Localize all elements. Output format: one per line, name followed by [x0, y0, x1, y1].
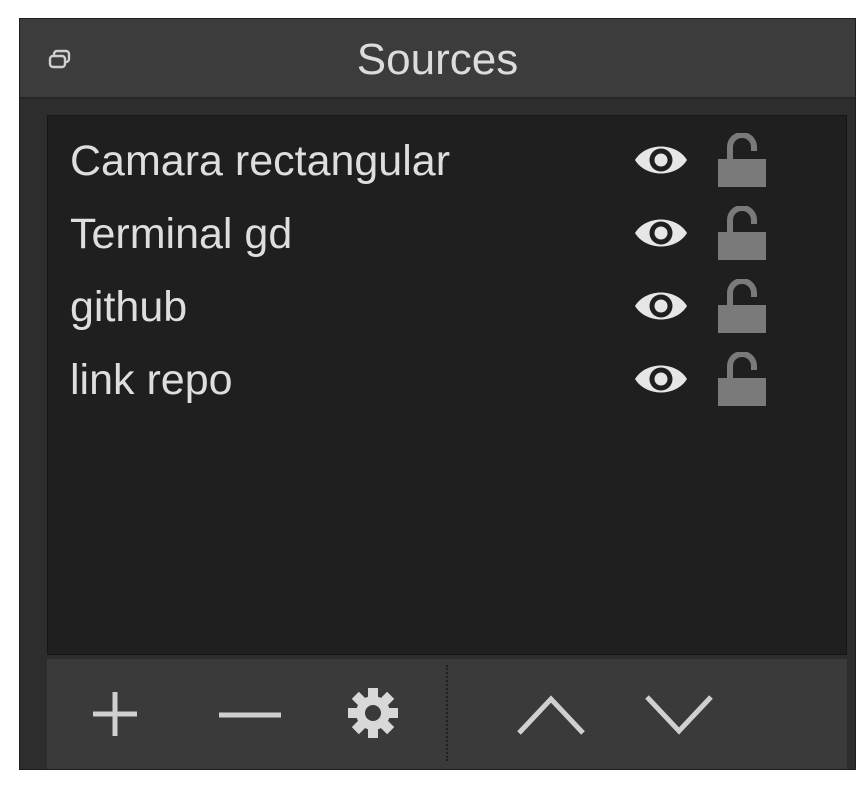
- source-item-label: Camara rectangular: [70, 137, 451, 185]
- source-item-label: github: [70, 283, 188, 331]
- source-item[interactable]: link repo: [48, 352, 846, 426]
- unlocked-padlock-icon[interactable]: [714, 352, 770, 406]
- sources-dock: Sources Camara rectangular Terminal gd g…: [19, 18, 856, 770]
- minus-icon: [219, 712, 281, 718]
- move-source-down-button[interactable]: [629, 659, 729, 769]
- sources-toolbar: [47, 659, 847, 769]
- toolbar-separator: [446, 665, 448, 761]
- eye-icon[interactable]: [632, 286, 690, 326]
- add-source-button[interactable]: [69, 659, 161, 769]
- plus-icon: [93, 692, 137, 736]
- dock-titlebar[interactable]: Sources: [20, 19, 855, 99]
- move-source-up-button[interactable]: [501, 659, 601, 769]
- source-item[interactable]: github: [48, 279, 846, 353]
- dock-title: Sources: [356, 35, 519, 84]
- unlocked-padlock-icon[interactable]: [714, 206, 770, 260]
- unlocked-padlock-icon[interactable]: [714, 279, 770, 333]
- remove-source-button[interactable]: [197, 659, 289, 769]
- source-properties-button[interactable]: [327, 659, 419, 769]
- sources-list[interactable]: Camara rectangular Terminal gd github li…: [47, 115, 847, 655]
- eye-icon[interactable]: [632, 359, 690, 399]
- eye-icon[interactable]: [632, 213, 690, 253]
- source-item[interactable]: Camara rectangular: [48, 133, 846, 207]
- eye-icon[interactable]: [632, 140, 690, 180]
- chevron-up-icon: [517, 695, 585, 735]
- source-item[interactable]: Terminal gd: [48, 206, 846, 280]
- source-item-label: link repo: [70, 356, 233, 404]
- unlocked-padlock-icon[interactable]: [714, 133, 770, 187]
- chevron-down-icon: [645, 695, 713, 735]
- source-item-label: Terminal gd: [70, 210, 293, 258]
- gear-icon: [348, 688, 398, 738]
